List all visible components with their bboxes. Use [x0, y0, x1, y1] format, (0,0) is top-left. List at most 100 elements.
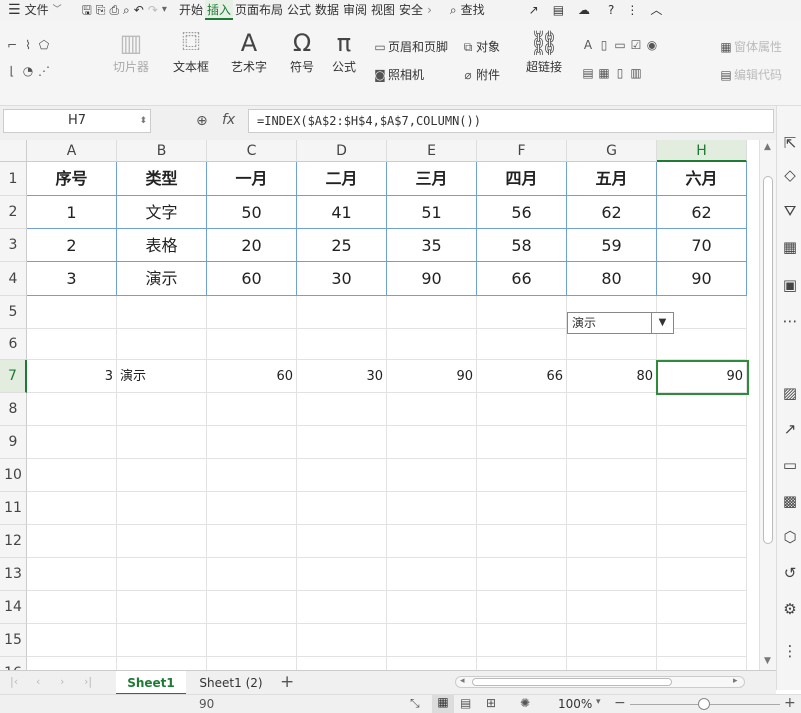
more-tabs-icon[interactable]: ›	[425, 0, 434, 20]
collaborate-icon[interactable]: ▤	[551, 0, 566, 20]
form-controls-row2[interactable]: ▤ ▦ ▯ ▥	[580, 66, 644, 80]
prev-sheet-icon[interactable]: ‹	[36, 675, 40, 688]
row-header-5[interactable]: 5	[0, 296, 27, 329]
cell-d9[interactable]	[297, 426, 387, 459]
cell-a6[interactable]	[27, 329, 117, 360]
row-header-2[interactable]: 2	[0, 196, 27, 229]
object-button[interactable]: ⧉ 对象	[460, 38, 500, 55]
formula-button[interactable]: π 公式	[326, 28, 362, 75]
cell-h7[interactable]: 90	[657, 360, 747, 393]
cell-d13[interactable]	[297, 558, 387, 591]
cell-c11[interactable]	[207, 492, 297, 525]
cell-f15[interactable]	[477, 624, 567, 657]
cell-g12[interactable]	[567, 525, 657, 558]
cell-h14[interactable]	[657, 591, 747, 624]
cell-d3[interactable]: 25	[297, 229, 387, 262]
horizontal-scroll-thumb[interactable]	[472, 678, 672, 686]
cell-b3[interactable]: 表格	[117, 229, 207, 262]
vertical-scrollbar[interactable]: ▲ ▼	[759, 140, 776, 670]
cell-b4[interactable]: 演示	[117, 262, 207, 296]
cell-e6[interactable]	[387, 329, 477, 360]
wordart-button[interactable]: A 艺术字	[224, 28, 274, 75]
camera-button[interactable]: ◙ 照相机	[372, 66, 424, 83]
hamburger-menu-icon[interactable]: ☰	[0, 0, 23, 20]
cell-g15[interactable]	[567, 624, 657, 657]
row-header-8[interactable]: 8	[0, 393, 27, 426]
cell-d14[interactable]	[297, 591, 387, 624]
first-sheet-icon[interactable]: |‹	[10, 675, 18, 688]
help-icon[interactable]: ?	[606, 0, 616, 20]
share-panel-icon[interactable]: ↗	[781, 420, 799, 438]
row-header-12[interactable]: 12	[0, 525, 27, 558]
cell-b5[interactable]	[117, 296, 207, 329]
search-icon[interactable]: ⌕	[448, 0, 459, 20]
hyperlink-button[interactable]: ⛓ 超链接	[522, 28, 566, 75]
cell-h13[interactable]	[657, 558, 747, 591]
type-dropdown[interactable]: 演示 ▼	[567, 312, 674, 334]
cell-d12[interactable]	[297, 525, 387, 558]
cell-h2[interactable]: 62	[657, 196, 747, 229]
row-header-6[interactable]: 6	[0, 329, 27, 360]
focus-mode-icon[interactable]: ⤡	[410, 696, 420, 711]
cell-h1[interactable]: 六月	[657, 162, 747, 196]
save-icon[interactable]: 🖫	[80, 0, 94, 20]
cell-a12[interactable]	[27, 525, 117, 558]
cell-g16[interactable]	[567, 657, 657, 670]
cell-f12[interactable]	[477, 525, 567, 558]
scroll-right-icon[interactable]: ▸	[733, 676, 738, 686]
cell-g1[interactable]: 五月	[567, 162, 657, 196]
cell-e1[interactable]: 三月	[387, 162, 477, 196]
cell-f9[interactable]	[477, 426, 567, 459]
cell-e2[interactable]: 51	[387, 196, 477, 229]
cell-b13[interactable]	[117, 558, 207, 591]
col-header-h[interactable]: H	[657, 140, 747, 162]
zoom-level[interactable]: 100%	[558, 697, 592, 711]
more-dots-icon[interactable]: ⋮	[781, 642, 799, 660]
cell-e12[interactable]	[387, 525, 477, 558]
cell-b7[interactable]: 演示	[117, 360, 207, 393]
eye-protection-icon[interactable]: ✺	[520, 696, 530, 710]
cell-a14[interactable]	[27, 591, 117, 624]
add-sheet-icon[interactable]: +	[280, 672, 294, 692]
name-box[interactable]: H7 ⬍	[3, 109, 151, 133]
cell-e10[interactable]	[387, 459, 477, 492]
cell-c8[interactable]	[207, 393, 297, 426]
fx-icon[interactable]: fx	[222, 112, 235, 128]
cell-b14[interactable]	[117, 591, 207, 624]
cell-f6[interactable]	[477, 329, 567, 360]
row-header-13[interactable]: 13	[0, 558, 27, 591]
tab-home[interactable]: 开始	[177, 0, 205, 20]
form-properties-button[interactable]: ▦ 窗体属性	[718, 38, 782, 55]
tab-review[interactable]: 审阅	[341, 0, 369, 20]
zoom-slider-thumb[interactable]	[698, 698, 710, 710]
col-header-d[interactable]: D	[297, 140, 387, 162]
cell-e11[interactable]	[387, 492, 477, 525]
cell-e5[interactable]	[387, 296, 477, 329]
name-box-dropdown-icon[interactable]: ⬍	[139, 110, 147, 132]
cell-b1[interactable]: 类型	[117, 162, 207, 196]
cell-a2[interactable]: 1	[27, 196, 117, 229]
cell-c9[interactable]	[207, 426, 297, 459]
symbol-button[interactable]: Ω 符号	[282, 28, 322, 75]
cell-f5[interactable]	[477, 296, 567, 329]
cell-f3[interactable]: 58	[477, 229, 567, 262]
cell-d1[interactable]: 二月	[297, 162, 387, 196]
textbox-button[interactable]: ⿴文本框	[166, 28, 216, 75]
redo-icon[interactable]: ↷	[146, 0, 160, 20]
col-header-a[interactable]: A	[27, 140, 117, 162]
cell-b15[interactable]	[117, 624, 207, 657]
form-controls-row1[interactable]: A ▯ ▭ ☑ ◉	[580, 38, 660, 52]
col-header-e[interactable]: E	[387, 140, 477, 162]
cell-f4[interactable]: 66	[477, 262, 567, 296]
page-layout-view-icon[interactable]: ▤	[460, 696, 471, 710]
next-sheet-icon[interactable]: ›	[60, 675, 64, 688]
cell-g4[interactable]: 80	[567, 262, 657, 296]
cell-d5[interactable]	[297, 296, 387, 329]
picture-panel-icon[interactable]: ▩	[781, 492, 799, 510]
cell-e9[interactable]	[387, 426, 477, 459]
row-header-9[interactable]: 9	[0, 426, 27, 459]
zoom-dropdown-icon[interactable]: ▾	[596, 697, 601, 707]
cell-e14[interactable]	[387, 591, 477, 624]
last-sheet-icon[interactable]: ›|	[84, 675, 92, 688]
table-panel-icon[interactable]: ▦	[781, 238, 799, 256]
